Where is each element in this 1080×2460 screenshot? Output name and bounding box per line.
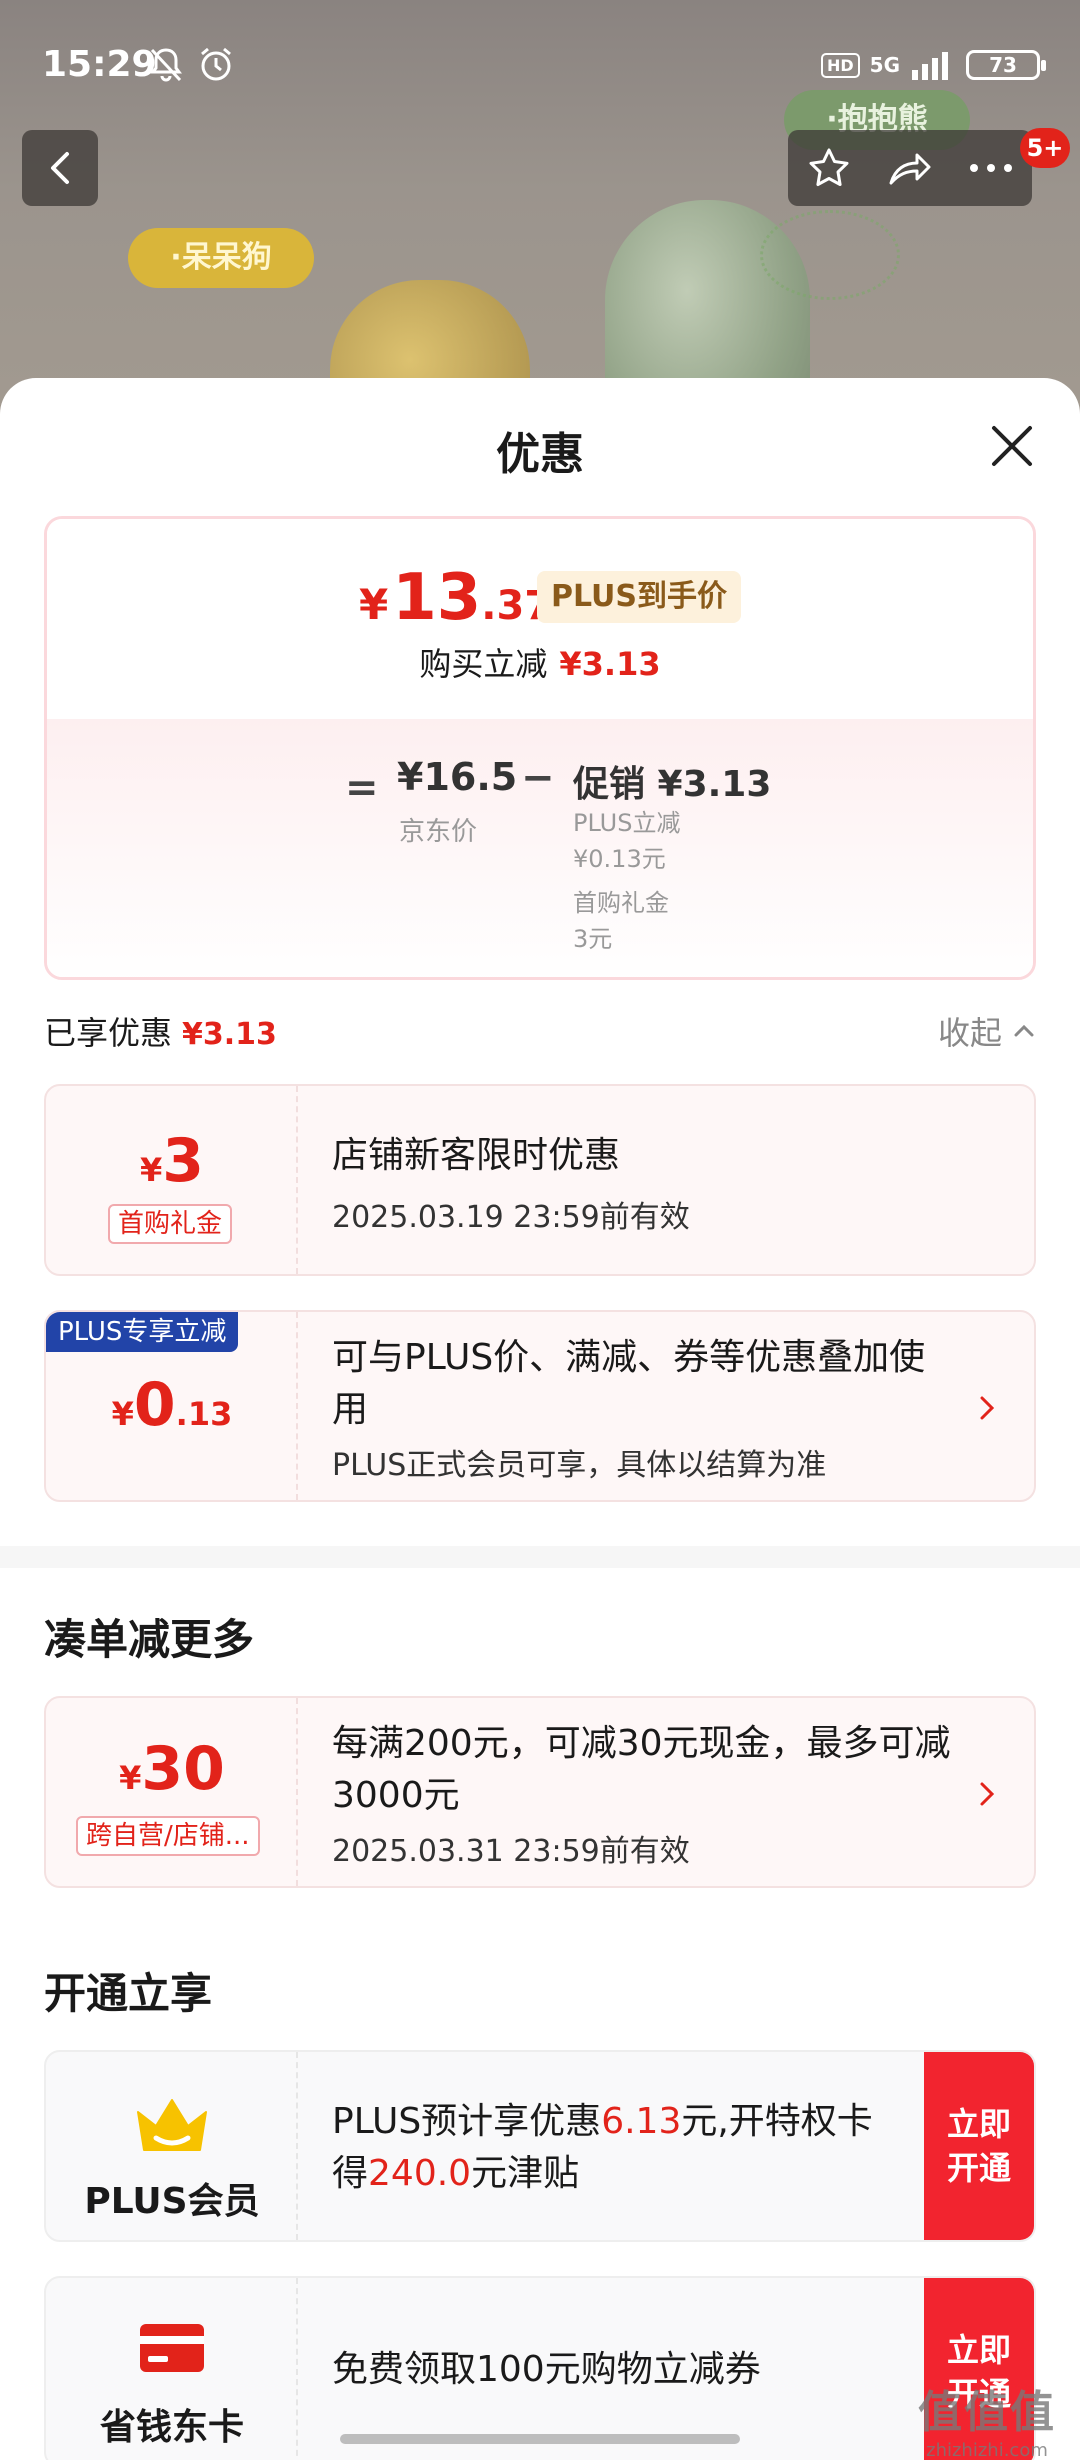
battery-indicator: 73 xyxy=(966,50,1046,80)
jd-price: ¥16.5 xyxy=(397,755,518,799)
sheet-title: 优惠 xyxy=(496,429,584,480)
more-button[interactable] xyxy=(963,140,1019,196)
coupon-title: 可与PLUS价、满减、券等优惠叠加使用 xyxy=(332,1337,926,1430)
coupon-title: 店铺新客限时优惠 xyxy=(332,1135,621,1176)
bell-muted-icon xyxy=(150,48,182,82)
star-icon xyxy=(809,148,849,186)
coupon-amount: ¥30 xyxy=(119,1734,225,1804)
alarm-icon xyxy=(201,47,231,81)
chevron-left-icon xyxy=(51,152,69,184)
network-indicator: 5G xyxy=(869,53,900,77)
coupon-validity: 2025.03.19 23:59前有效 xyxy=(332,1200,690,1235)
product-tag-yellow: ·呆呆狗 xyxy=(128,228,314,288)
close-icon xyxy=(992,426,1032,466)
section-title-more: 凑单减更多 xyxy=(44,1615,255,1664)
equals-sign: = xyxy=(345,765,379,811)
plus-exclusive-ribbon: PLUS专享立减 xyxy=(46,1312,239,1352)
chevron-right-icon xyxy=(980,1396,995,1420)
jd-price-label: 京东价 xyxy=(399,817,478,847)
discount-sheet: 优惠 ¥ 13 .37 PLUS到手价 购买立减 ¥3.13 = ¥16.5 京东… xyxy=(0,378,1080,2460)
chevron-right-icon xyxy=(980,1782,995,1806)
member-card-plus: PLUS会员 PLUS预计享优惠6.13元,开特权卡得240.0元津贴 立即开通 xyxy=(44,2050,1036,2242)
favorite-button[interactable] xyxy=(801,140,857,196)
chevron-up-icon xyxy=(1014,1024,1034,1037)
minus-sign: − xyxy=(521,755,555,801)
coupon-amount: ¥3 xyxy=(139,1126,204,1196)
promo-gift-label: 首购礼金 xyxy=(573,889,669,917)
hd-indicator: HD xyxy=(820,52,860,78)
member-benefit: PLUS预计享优惠6.13元,开特权卡得240.0元津贴 xyxy=(332,2101,873,2194)
final-price: ¥ 13 .37 xyxy=(359,561,553,635)
more-dots-icon xyxy=(970,164,1013,172)
member-card-saver: 省钱东卡 免费领取100元购物立减券 立即开通 xyxy=(44,2276,1036,2460)
section-divider xyxy=(0,1546,1080,1568)
coupon-amount: ¥0.13 xyxy=(111,1370,233,1440)
coupon-plus-exclusive[interactable]: ¥0.13 PLUS专享立减 可与PLUS价、满减、券等优惠叠加使用 PLUS正… xyxy=(44,1310,1036,1502)
crown-icon xyxy=(137,2099,207,2151)
watermark: 值值值 zhizhizhi.com xyxy=(918,2387,1056,2460)
coupon-note: PLUS正式会员可享，具体以结算为准 xyxy=(332,1448,827,1483)
promo-gift-value: 3元 xyxy=(573,925,613,953)
card-icon xyxy=(140,2324,204,2372)
instant-discount: 购买立减 ¥3.13 xyxy=(419,645,661,683)
enjoyed-discount: 已享优惠 ¥3.13 xyxy=(44,1014,277,1052)
coupon-validity: 2025.03.31 23:59前有效 xyxy=(332,1834,690,1869)
share-button[interactable] xyxy=(882,140,938,196)
decorative-dots xyxy=(760,210,900,300)
message-badge: 5+ xyxy=(1020,128,1070,168)
top-actions xyxy=(788,130,1032,206)
back-button[interactable] xyxy=(22,130,98,206)
member-benefit: 免费领取100元购物立减券 xyxy=(332,2349,761,2390)
status-time: 15:29 xyxy=(42,44,157,85)
share-icon xyxy=(889,153,931,185)
signal-icon xyxy=(912,52,948,80)
coupon-new-customer: ¥3 首购礼金 店铺新客限时优惠 2025.03.19 23:59前有效 xyxy=(44,1084,1036,1276)
price-summary-card: ¥ 13 .37 PLUS到手价 购买立减 ¥3.13 = ¥16.5 京东价 −… xyxy=(44,516,1036,980)
coupon-tag: 首购礼金 xyxy=(108,1204,233,1244)
close-button[interactable] xyxy=(984,418,1040,474)
status-bar: 15:29 HD 5G 73 xyxy=(0,0,1080,130)
coupon-tag: 跨自营/店铺... xyxy=(76,1816,260,1856)
open-plus-button[interactable]: 立即开通 xyxy=(924,2052,1034,2240)
home-indicator[interactable] xyxy=(340,2434,740,2444)
section-title-open: 开通立享 xyxy=(44,1969,213,2018)
plus-price-tag: PLUS到手价 xyxy=(537,571,742,623)
collapse-button[interactable]: 收起 xyxy=(938,1008,1036,1054)
promo-plus-label: PLUS立减 xyxy=(573,809,681,837)
promo-total: 促销 ¥3.13 xyxy=(573,764,772,805)
member-name: 省钱东卡 xyxy=(99,2407,244,2448)
coupon-title: 每满200元，可减30元现金，最多可减3000元 xyxy=(332,1723,951,1816)
coupon-cross-store[interactable]: ¥30 跨自营/店铺... 每满200元，可减30元现金，最多可减3000元 2… xyxy=(44,1696,1036,1888)
member-name: PLUS会员 xyxy=(84,2181,260,2222)
promo-plus-value: ¥0.13元 xyxy=(573,845,666,873)
